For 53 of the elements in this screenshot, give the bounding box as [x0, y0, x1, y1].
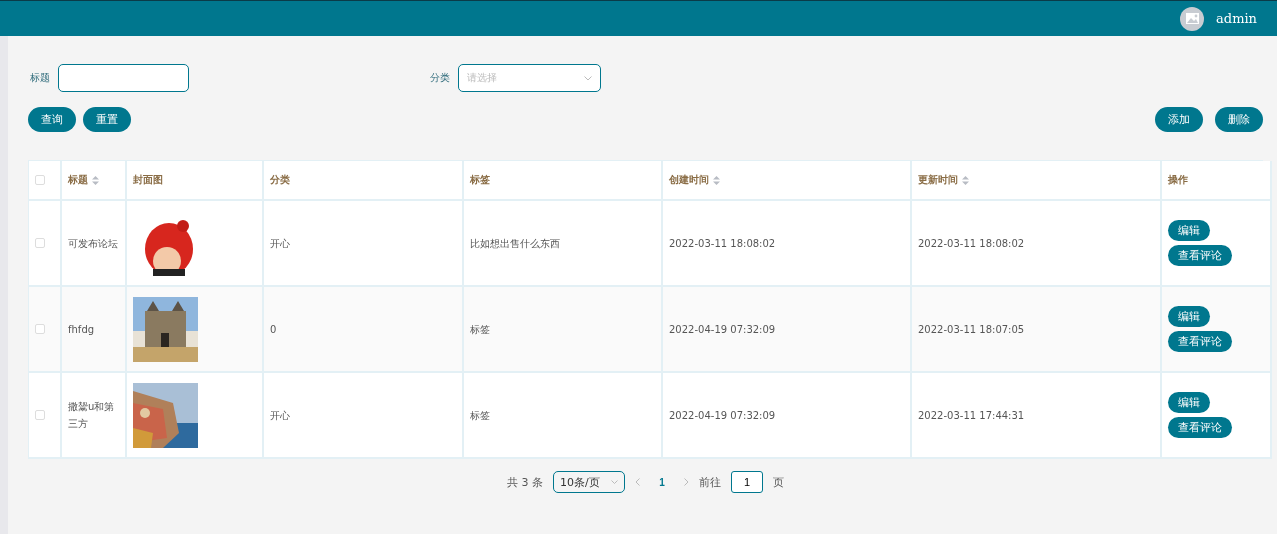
row-action-button[interactable]: 查看评论	[1168, 245, 1232, 266]
row-action-button[interactable]: 查看评论	[1168, 331, 1232, 352]
table-cell-text: 2022-04-19 07:32:09	[669, 322, 776, 337]
checkbox[interactable]	[35, 324, 45, 334]
table-cell-text: 2022-03-11 18:08:02	[918, 236, 1025, 251]
goto-label: 前往	[699, 474, 721, 490]
column-header: 分类	[270, 173, 290, 187]
field-label: 标题	[30, 71, 50, 85]
table-cell-text: 可发布论坛	[68, 236, 118, 251]
goto-page-field[interactable]: 1	[731, 471, 763, 493]
table-cell-text: 2022-04-19 07:32:09	[669, 408, 776, 423]
input-field[interactable]	[58, 64, 189, 92]
total-count: 共 3 条	[507, 474, 543, 490]
row-action-button[interactable]: 查看评论	[1168, 417, 1232, 438]
table-cell-text: fhfdg	[68, 322, 95, 337]
page-size-select[interactable]: 10条/页	[553, 471, 625, 493]
column-header: 标签	[470, 173, 490, 187]
next-page-icon[interactable]	[684, 478, 689, 486]
chevron-down-icon	[584, 75, 592, 81]
search-button[interactable]: 重置	[83, 107, 131, 132]
table-cell-text: 2022-03-11 17:44:31	[918, 408, 1025, 423]
table-cell-text: 标签	[470, 322, 490, 337]
field-label: 分类	[430, 71, 450, 85]
table-cell-text: 比如想出售什么东西	[470, 236, 560, 251]
table-cell-text: 0	[270, 322, 277, 337]
column-header: 更新时间	[918, 173, 958, 187]
table-cell-text: 2022-03-11 18:07:05	[918, 322, 1025, 337]
table-cell-text: 标签	[470, 408, 490, 423]
column-header: 封面图	[133, 173, 163, 187]
table-cell-text: 撒鬶u和第三方	[68, 400, 116, 431]
row-action-button[interactable]: 编辑	[1168, 392, 1210, 413]
checkbox[interactable]	[35, 238, 45, 248]
column-header: 操作	[1168, 173, 1188, 187]
checkbox[interactable]	[35, 175, 45, 185]
page-suffix: 页	[773, 474, 784, 490]
table-cell-text: 开心	[270, 236, 290, 251]
action-button[interactable]: 添加	[1155, 107, 1203, 132]
sort-icon[interactable]	[713, 175, 720, 185]
chevron-down-icon	[611, 480, 618, 484]
username[interactable]: admin	[1216, 11, 1257, 26]
checkbox[interactable]	[35, 410, 45, 420]
sort-icon[interactable]	[92, 175, 99, 185]
row-action-button[interactable]: 编辑	[1168, 220, 1210, 241]
sort-icon[interactable]	[962, 175, 969, 185]
table-cell-text: 2022-03-11 18:08:02	[669, 236, 776, 251]
table-cell-text: 开心	[270, 408, 290, 423]
column-header: 标题	[68, 173, 88, 187]
avatar-icon[interactable]	[1180, 6, 1205, 31]
search-button[interactable]: 查询	[28, 107, 76, 132]
previous-page-icon[interactable]	[635, 478, 640, 486]
action-button[interactable]: 删除	[1215, 107, 1263, 132]
column-header: 创建时间	[669, 173, 709, 187]
row-action-button[interactable]: 编辑	[1168, 306, 1210, 327]
